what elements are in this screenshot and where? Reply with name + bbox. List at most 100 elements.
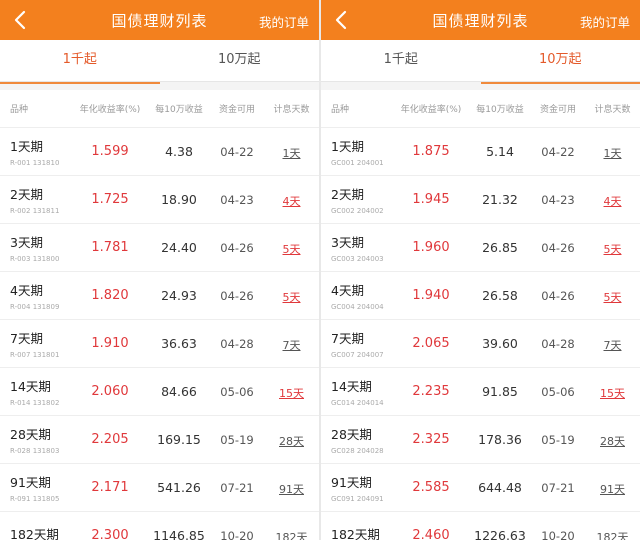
product-code: R-091 131805 [10, 495, 60, 503]
product-cell: 2天期 GC002 204002 [321, 184, 393, 215]
interest-days-link[interactable]: 5天 [604, 243, 622, 256]
interest-days-link[interactable]: 4天 [283, 195, 301, 208]
table-row[interactable]: 91天期 R-091 131805 2.171 541.26 07-21 91天 [0, 464, 319, 512]
tab-100k[interactable]: 10万起 [480, 40, 640, 84]
interest-days-link[interactable]: 7天 [283, 339, 301, 352]
table-row[interactable]: 182天期 2.460 1226.63 10-20 182天 [321, 512, 640, 540]
interest-days-link[interactable]: 5天 [283, 291, 301, 304]
funds-available-date: 05-06 [220, 384, 254, 399]
product-code: GC003 204003 [331, 255, 384, 263]
annual-rate: 2.065 [412, 336, 450, 351]
interest-days-link[interactable]: 5天 [283, 243, 301, 256]
table-row[interactable]: 14天期 R-014 131802 2.060 84.66 05-06 15天 [0, 368, 319, 416]
funds-available-date: 04-22 [541, 144, 575, 159]
tab-100k[interactable]: 10万起 [160, 40, 320, 82]
funds-available-date: 04-28 [541, 336, 575, 351]
interest-days-cell: 7天 [585, 334, 640, 353]
annual-rate: 2.300 [91, 528, 129, 540]
tab-1k[interactable]: 1千起 [0, 40, 160, 84]
interest-days-link[interactable]: 182天 [597, 531, 629, 540]
income-per-100k: 26.58 [482, 288, 518, 303]
interest-days-cell: 5天 [264, 238, 319, 257]
tab-1k[interactable]: 1千起 [321, 40, 481, 82]
col-annual-rate: 年化收益率(%) [79, 105, 141, 115]
income-per-100k: 91.85 [482, 384, 518, 399]
table-row[interactable]: 1天期 R-001 131810 1.599 4.38 04-22 1天 [0, 128, 319, 176]
product-name: 1天期 [10, 139, 43, 154]
interest-days-cell: 28天 [585, 430, 640, 449]
table-row[interactable]: 3天期 GC003 204003 1.960 26.85 04-26 5天 [321, 224, 640, 272]
annual-rate: 2.205 [91, 432, 129, 447]
product-name: 1天期 [331, 139, 364, 154]
annual-rate: 2.171 [91, 480, 129, 495]
interest-days-cell: 15天 [264, 382, 319, 401]
income-per-100k: 1226.63 [474, 528, 526, 540]
table-row[interactable]: 91天期 GC091 204091 2.585 644.48 07-21 91天 [321, 464, 640, 512]
interest-days-cell: 91天 [585, 478, 640, 497]
interest-days-link[interactable]: 1天 [283, 147, 301, 160]
interest-days-link[interactable]: 4天 [604, 195, 622, 208]
interest-days-cell: 91天 [264, 478, 319, 497]
col-funds-available: 资金可用 [218, 105, 255, 115]
funds-available-date: 04-26 [220, 288, 254, 303]
back-button[interactable] [331, 9, 353, 31]
product-name: 4天期 [331, 283, 364, 298]
annual-rate: 1.875 [412, 144, 450, 159]
table-header: 品种 年化收益率(%) 每10万收益 资金可用 计息天数 [0, 90, 319, 128]
product-cell: 1天期 GC001 204001 [321, 136, 393, 167]
interest-days-link[interactable]: 1天 [604, 147, 622, 160]
annual-rate: 1.781 [91, 240, 129, 255]
interest-days-link[interactable]: 28天 [279, 435, 304, 448]
product-code: R-003 131800 [10, 255, 60, 263]
back-button[interactable] [10, 9, 32, 31]
income-per-100k: 84.66 [161, 384, 197, 399]
funds-available-date: 10-20 [220, 528, 254, 540]
funds-available-date: 04-26 [220, 240, 254, 255]
income-per-100k: 5.14 [486, 144, 514, 159]
chevron-left-icon [14, 10, 26, 30]
interest-days-link[interactable]: 15天 [279, 387, 304, 400]
table-row[interactable]: 3天期 R-003 131800 1.781 24.40 04-26 5天 [0, 224, 319, 272]
product-cell: 28天期 R-028 131803 [0, 424, 72, 455]
interest-days-link[interactable]: 15天 [600, 387, 625, 400]
table-row[interactable]: 28天期 R-028 131803 2.205 169.15 05-19 28天 [0, 416, 319, 464]
interest-days-cell: 5天 [585, 238, 640, 257]
table-row[interactable]: 2天期 R-002 131811 1.725 18.90 04-23 4天 [0, 176, 319, 224]
col-product: 品种 [10, 105, 29, 115]
product-cell: 4天期 GC004 204004 [321, 280, 393, 311]
my-orders-link[interactable]: 我的订单 [580, 12, 630, 31]
product-name: 28天期 [331, 427, 372, 442]
interest-days-link[interactable]: 91天 [600, 483, 625, 496]
interest-days-link[interactable]: 182天 [276, 531, 308, 540]
annual-rate: 2.325 [412, 432, 450, 447]
product-list-screen-100k: 国债理财列表 我的订单 1千起 10万起 品种 年化收益率(%) 每10万收益 … [321, 0, 640, 540]
funds-available-date: 04-23 [541, 192, 575, 207]
product-cell: 7天期 R-007 131801 [0, 328, 72, 359]
product-name: 3天期 [331, 235, 364, 250]
table-row[interactable]: 7天期 R-007 131801 1.910 36.63 04-28 7天 [0, 320, 319, 368]
my-orders-link[interactable]: 我的订单 [259, 12, 309, 31]
table-row[interactable]: 28天期 GC028 204028 2.325 178.36 05-19 28天 [321, 416, 640, 464]
income-per-100k: 36.63 [161, 336, 197, 351]
interest-days-link[interactable]: 91天 [279, 483, 304, 496]
product-code: GC002 204002 [331, 207, 384, 215]
product-code: GC014 204014 [331, 399, 384, 407]
table-row[interactable]: 4天期 R-004 131809 1.820 24.93 04-26 5天 [0, 272, 319, 320]
table-row[interactable]: 4天期 GC004 204004 1.940 26.58 04-26 5天 [321, 272, 640, 320]
funds-available-date: 07-21 [541, 480, 575, 495]
interest-days-link[interactable]: 5天 [604, 291, 622, 304]
table-row[interactable]: 182天期 2.300 1146.85 10-20 182天 [0, 512, 319, 540]
interest-days-link[interactable]: 7天 [604, 339, 622, 352]
table-row[interactable]: 7天期 GC007 204007 2.065 39.60 04-28 7天 [321, 320, 640, 368]
funds-available-date: 10-20 [541, 528, 575, 540]
product-name: 14天期 [10, 379, 51, 394]
income-per-100k: 541.26 [157, 480, 201, 495]
table-row[interactable]: 2天期 GC002 204002 1.945 21.32 04-23 4天 [321, 176, 640, 224]
income-per-100k: 169.15 [157, 432, 201, 447]
table-row[interactable]: 14天期 GC014 204014 2.235 91.85 05-06 15天 [321, 368, 640, 416]
table-row[interactable]: 1天期 GC001 204001 1.875 5.14 04-22 1天 [321, 128, 640, 176]
interest-days-link[interactable]: 28天 [600, 435, 625, 448]
product-cell: 28天期 GC028 204028 [321, 424, 393, 455]
product-cell: 91天期 GC091 204091 [321, 472, 393, 503]
annual-rate: 1.960 [412, 240, 450, 255]
